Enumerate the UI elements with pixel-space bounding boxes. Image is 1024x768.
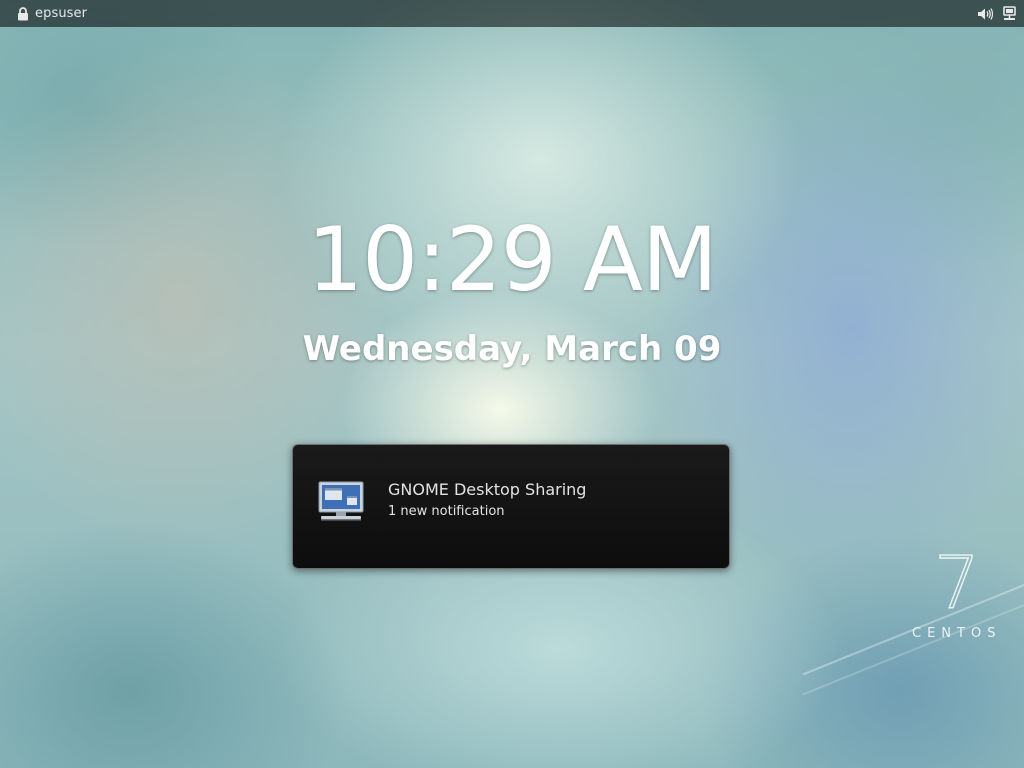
- notification-summary: 1 new notification: [388, 504, 505, 519]
- centos-logo-text: CENTOS: [912, 626, 1002, 641]
- lock-icon: [17, 6, 29, 21]
- lock-screen-clock: 10:29 AM: [307, 208, 718, 311]
- notification-title: GNOME Desktop Sharing: [388, 480, 587, 499]
- lock-screen-date: Wednesday, March 09: [302, 329, 722, 369]
- system-tray[interactable]: [977, 5, 1016, 22]
- network-icon[interactable]: [1003, 6, 1016, 21]
- centos-logo-seven: 7: [932, 548, 982, 614]
- top-bar: epsuser: [0, 0, 1024, 27]
- centos-seven-glyph: 7: [934, 548, 980, 614]
- user-menu[interactable]: epsuser: [17, 5, 87, 22]
- volume-icon[interactable]: [977, 7, 993, 21]
- user-name: epsuser: [35, 6, 88, 21]
- desktop-wallpaper: [0, 0, 1024, 768]
- wallpaper-streak: [802, 596, 1024, 696]
- notification-card[interactable]: GNOME Desktop Sharing 1 new notification: [292, 444, 730, 569]
- desktop-sharing-icon: [317, 481, 365, 523]
